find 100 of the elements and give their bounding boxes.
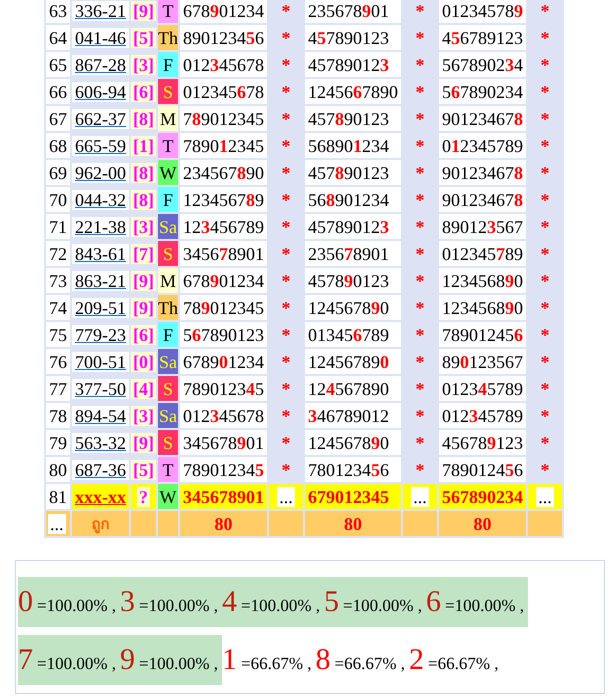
result-link[interactable]: 894-54	[72, 406, 129, 426]
result-link[interactable]: 779-23	[72, 324, 129, 344]
row-number: 71	[46, 214, 70, 239]
result-link[interactable]: 044-32	[72, 190, 129, 210]
digit-label: 3	[120, 585, 135, 618]
number-cell: 890123456	[183, 28, 264, 48]
number-cell: 012345789	[442, 244, 523, 264]
number-cell: 678901234	[183, 0, 264, 20]
digit-tag: [9]	[131, 298, 156, 318]
digit-tag: [0]	[131, 352, 156, 372]
result-link[interactable]: 221-38	[72, 216, 129, 236]
star-mark: *	[416, 28, 424, 48]
star-mark: *	[282, 270, 290, 290]
star-mark: *	[540, 162, 550, 182]
row-number: 69	[46, 160, 70, 185]
percent-text: =100.00% ,	[445, 596, 524, 615]
number-cell: 789012345	[183, 460, 264, 480]
day-cell: Sa	[158, 349, 178, 374]
result-link[interactable]: 606-94	[72, 82, 129, 102]
number-cell: 235678901	[308, 244, 389, 264]
result-link[interactable]: 867-28	[72, 54, 129, 74]
number-cell: 123456890	[442, 298, 523, 318]
star-mark: *	[540, 324, 550, 344]
result-link[interactable]: 863-21	[72, 270, 129, 290]
number-cell: 457890123	[308, 162, 389, 182]
number-cell: 234567890	[183, 162, 264, 182]
star-mark: *	[416, 216, 424, 236]
day-cell: Sa	[158, 214, 178, 239]
number-cell: 1245667890	[308, 82, 398, 102]
result-link[interactable]: 700-51	[72, 352, 129, 372]
star-mark: *	[282, 352, 290, 372]
digit-label: 7	[18, 643, 33, 676]
star-mark: *	[282, 406, 290, 426]
row-number: 66	[46, 79, 70, 104]
number-cell: 901234678	[442, 108, 523, 128]
digit-tag: [7]	[131, 244, 156, 264]
star-mark: *	[416, 136, 424, 156]
digit-tag: [8]	[131, 108, 156, 128]
result-link[interactable]: 662-37	[72, 108, 129, 128]
number-cell: 901234678	[442, 162, 523, 182]
star-mark: *	[540, 432, 550, 452]
result-link[interactable]: 041-46	[72, 28, 129, 48]
day-cell: S	[158, 241, 178, 266]
star-mark: *	[416, 460, 424, 480]
row-number: 68	[46, 133, 70, 158]
day-cell: W	[158, 484, 178, 509]
number-cell: 679012345	[308, 486, 389, 506]
star-mark: *	[282, 378, 290, 398]
digit-tag: [5]	[131, 28, 156, 48]
row-number: 75	[46, 322, 70, 347]
number-cell: 123456789	[183, 216, 264, 236]
number-cell: 456789123	[442, 28, 523, 48]
digit-tag: [8]	[131, 190, 156, 210]
day-cell: T	[158, 0, 178, 23]
day-cell: Th	[158, 25, 178, 50]
number-cell: 789012456	[442, 324, 523, 344]
star-mark: *	[540, 352, 550, 372]
percent-text: =100.00% ,	[37, 596, 116, 615]
digit-tag: [9]	[131, 432, 156, 452]
star-mark: *	[540, 460, 550, 480]
result-link[interactable]: 563-32	[72, 432, 129, 452]
star-mark: *	[416, 0, 424, 20]
number-cell: 567890234	[442, 486, 523, 506]
number-cell: 012345789	[442, 0, 523, 20]
digit-label: 9	[120, 643, 135, 676]
number-cell: 013456789	[308, 324, 389, 344]
star-mark: *	[416, 406, 424, 426]
day-cell: F	[158, 52, 178, 77]
digit-tag: [4]	[131, 378, 156, 398]
result-link[interactable]: 962-00	[72, 162, 129, 182]
number-cell: 012345678	[183, 406, 264, 426]
star-mark: *	[416, 298, 424, 318]
digit-tag: [3]	[131, 216, 156, 236]
number-cell: 789012345	[183, 378, 264, 398]
footer-label: ถูก	[92, 515, 110, 533]
row-number: 76	[46, 349, 70, 374]
number-cell: 124567890	[308, 352, 389, 372]
number-cell: 901234678	[442, 190, 523, 210]
star-mark: *	[540, 406, 550, 426]
result-link[interactable]: 336-21	[72, 0, 129, 20]
result-link[interactable]: 687-36	[72, 460, 129, 480]
number-cell: 457890123	[308, 28, 389, 48]
star-mark: *	[416, 190, 424, 210]
star-mark: *	[416, 54, 424, 74]
result-link[interactable]: 377-50	[72, 378, 129, 398]
star-mark: *	[540, 28, 550, 48]
pending-mark: ...	[277, 486, 295, 506]
digit-label: 2	[409, 643, 424, 676]
day-cell: F	[158, 187, 178, 212]
result-link[interactable]: 209-51	[72, 298, 129, 318]
digit-tag: [8]	[131, 162, 156, 182]
star-mark: *	[416, 82, 424, 102]
result-link[interactable]: 665-59	[72, 136, 129, 156]
percent-text: =100.00% ,	[37, 654, 116, 673]
row-number: 77	[46, 376, 70, 401]
star-mark: *	[416, 244, 424, 264]
star-mark: *	[540, 190, 550, 210]
percent-text: =66.67% ,	[428, 654, 498, 673]
day-cell: S	[158, 79, 178, 104]
result-link[interactable]: 843-61	[72, 244, 129, 264]
